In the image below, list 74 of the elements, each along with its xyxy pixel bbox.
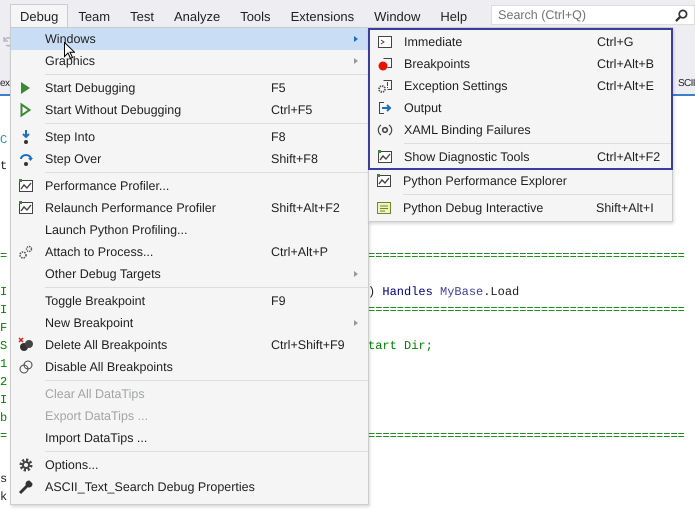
document-tab[interactable]: SCII [678, 78, 695, 88]
breakpoints-x-icon [18, 337, 34, 353]
menu-item[interactable]: Debug [10, 4, 68, 27]
menu-item[interactable]: Start Without Debugging Ctrl+F5 [11, 99, 368, 121]
menu-item[interactable]: Show Diagnostic Tools Ctrl+Alt+F2 [370, 146, 671, 168]
menu-item[interactable]: Graphics [11, 50, 368, 72]
console-icon [377, 34, 393, 50]
braces-circle-icon [377, 122, 393, 138]
code-text: 1 [0, 357, 8, 371]
list-window-icon [376, 200, 392, 216]
search-icon [675, 8, 688, 22]
document-tab[interactable]: ex [0, 78, 10, 88]
code-text: ============================================ [368, 249, 685, 263]
code-text: ============================================ [368, 429, 685, 443]
menu-item[interactable]: Test [120, 4, 164, 27]
menu-item[interactable]: Python Debug Interactive Shift+Alt+I [369, 197, 672, 219]
menu-item[interactable]: ASCII_Text_Search Debug Properties [11, 476, 368, 498]
chart-icon [18, 178, 34, 194]
code-text: = [0, 429, 8, 443]
code-text: tart Dir; [368, 339, 433, 353]
menu-item[interactable]: Exception Settings Ctrl+Alt+E [370, 75, 671, 97]
code-text: I [0, 285, 8, 299]
arrow-box-icon [377, 100, 393, 116]
gears-icon [18, 244, 34, 260]
menu-item[interactable]: Help [430, 4, 478, 27]
menu-item[interactable]: Launch Python Profiling... [11, 219, 368, 241]
chart-icon [18, 200, 34, 216]
menu-item[interactable]: Attach to Process... Ctrl+Alt+P [11, 241, 368, 263]
code-text: s [0, 472, 8, 486]
code-text: S [0, 339, 8, 353]
exception-window-icon [377, 78, 393, 94]
menu-item[interactable]: Windows [11, 28, 368, 50]
circles-icon [18, 359, 34, 375]
menu-item[interactable]: Breakpoints Ctrl+Alt+B [370, 53, 671, 75]
menu-item[interactable]: Tools [230, 4, 281, 27]
gear-icon [18, 457, 34, 473]
search-field[interactable]: Search (Ctrl+Q) [491, 5, 695, 25]
step-over-icon [18, 151, 34, 167]
code-text: I [0, 393, 8, 407]
menu-item[interactable]: Delete All Breakpoints Ctrl+Shift+F9 [11, 334, 368, 356]
menu-item[interactable]: Analyze [164, 4, 230, 27]
menu-item[interactable]: Window [364, 4, 430, 27]
menu-item[interactable]: Disable All Breakpoints [11, 356, 368, 378]
code-text: t [0, 159, 8, 173]
menu-item[interactable]: Step Over Shift+F8 [11, 148, 368, 170]
code-text: ============================================ [368, 303, 685, 317]
chart-icon [376, 173, 392, 189]
menu-item[interactable]: Output [370, 97, 671, 119]
menu-item[interactable]: Relaunch Performance Profiler Shift+Alt+F2 [11, 197, 368, 219]
code-text: = [0, 249, 8, 263]
menu-item[interactable]: New Breakpoint [11, 312, 368, 334]
menu-item[interactable]: Other Debug Targets [11, 263, 368, 285]
menu-item[interactable]: Python Performance Explorer [369, 170, 672, 192]
code-text: C [0, 133, 8, 147]
breakpoint-window-icon [377, 56, 393, 72]
menu-item[interactable]: Step Into F8 [11, 126, 368, 148]
code-text: 2 [0, 375, 8, 389]
menu-item[interactable]: Extensions [280, 4, 364, 27]
code-text: k [0, 490, 8, 504]
menu-item[interactable]: Import DataTips ... [11, 427, 368, 449]
play-outline-icon [18, 102, 34, 118]
wrench-icon [18, 479, 34, 495]
code-text: I [0, 303, 8, 317]
menu-item[interactable]: Start Debugging F5 [11, 77, 368, 99]
menu-item[interactable]: Options... [11, 454, 368, 476]
menu-item[interactable]: XAML Binding Failures [370, 119, 671, 141]
menu-item[interactable]: Team [68, 4, 120, 27]
code-text: ) Handles MyBase.Load [368, 285, 520, 299]
code-text: b [0, 411, 8, 425]
menu-item[interactable]: Toggle Breakpoint F9 [11, 290, 368, 312]
code-text: F [0, 321, 8, 335]
menu-item[interactable]: Immediate Ctrl+G [370, 31, 671, 53]
chart-icon [377, 149, 393, 165]
menu-item[interactable]: Performance Profiler... [11, 175, 368, 197]
